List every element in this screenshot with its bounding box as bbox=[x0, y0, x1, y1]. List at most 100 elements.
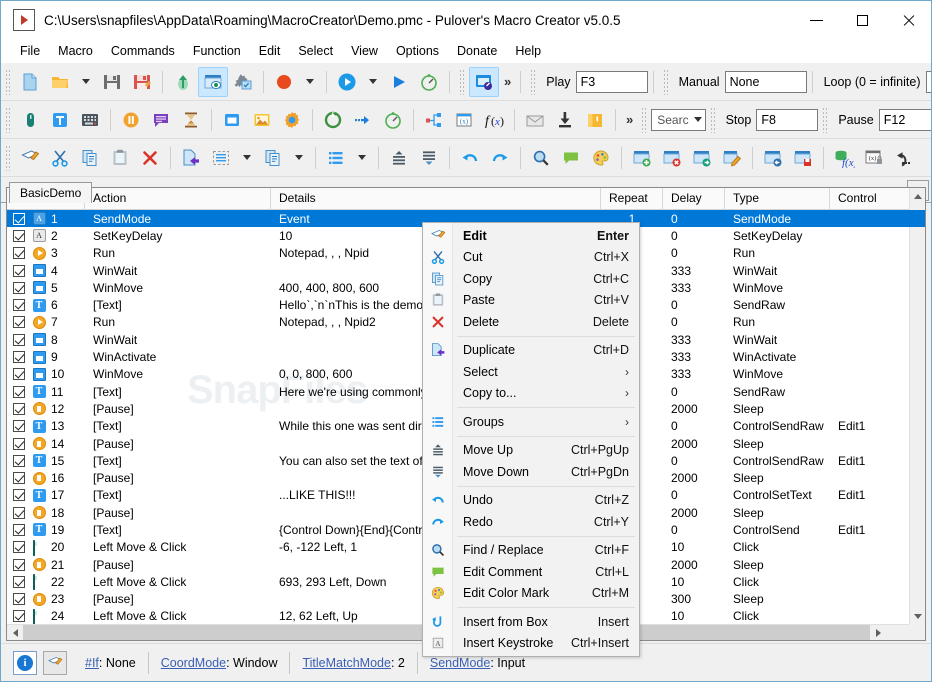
control-gear-icon[interactable] bbox=[277, 105, 307, 135]
variable-icon[interactable]: (x) bbox=[449, 105, 479, 135]
search-dropdown[interactable]: Searc bbox=[651, 108, 706, 131]
mail-icon[interactable] bbox=[520, 105, 550, 135]
menu-item-options[interactable]: Options bbox=[387, 41, 448, 61]
status-sendmode-link[interactable]: SendMode bbox=[430, 656, 490, 670]
status-if[interactable]: #If: None bbox=[67, 656, 148, 670]
toolbar2-grip-3[interactable] bbox=[709, 106, 717, 133]
status-titlematchmode-link[interactable]: TitleMatchMode bbox=[302, 656, 390, 670]
row-checkbox[interactable] bbox=[7, 351, 29, 364]
row-checkbox[interactable] bbox=[7, 402, 29, 415]
edit-pencil-icon[interactable] bbox=[15, 143, 45, 173]
context-menu-item-select[interactable]: Select › bbox=[423, 361, 639, 383]
duplicate-icon[interactable] bbox=[176, 143, 206, 173]
context-menu-item-duplicate[interactable]: Duplicate Ctrl+D bbox=[423, 340, 639, 362]
open-folder-icon[interactable] bbox=[45, 67, 75, 97]
row-checkbox[interactable] bbox=[7, 333, 29, 346]
context-menu-item-insert-from-box[interactable]: Insert from Box Insert bbox=[423, 611, 639, 633]
scroll-left-button[interactable] bbox=[7, 625, 23, 641]
edit-comment-icon[interactable] bbox=[556, 143, 586, 173]
loop-input[interactable] bbox=[925, 70, 931, 93]
file-folder-icon[interactable] bbox=[580, 105, 610, 135]
select-dropdown-arrow[interactable] bbox=[236, 143, 258, 173]
menu-item-function[interactable]: Function bbox=[184, 41, 250, 61]
toolbar-grip[interactable] bbox=[5, 68, 12, 95]
row-checkbox[interactable] bbox=[7, 523, 29, 536]
copy-to-dropdown-arrow[interactable] bbox=[288, 143, 310, 173]
column-repeat[interactable]: Repeat bbox=[601, 188, 663, 210]
copy-to-icon[interactable] bbox=[258, 143, 288, 173]
function-list-icon[interactable]: f(x) bbox=[829, 143, 859, 173]
export-up-icon[interactable] bbox=[168, 67, 198, 97]
edit-color-mark-icon[interactable] bbox=[586, 143, 616, 173]
window-spy-icon[interactable] bbox=[469, 66, 499, 97]
menu-item-file[interactable]: File bbox=[11, 41, 49, 61]
scroll-right-button[interactable] bbox=[870, 625, 886, 641]
image-search-icon[interactable] bbox=[247, 105, 277, 135]
context-menu-item-copy-to[interactable]: Copy to... › bbox=[423, 383, 639, 405]
preview-icon[interactable] bbox=[198, 66, 228, 97]
pause-icon[interactable] bbox=[116, 105, 146, 135]
save-icon[interactable] bbox=[97, 67, 127, 97]
timer-icon[interactable] bbox=[414, 67, 444, 97]
cut-scissors-icon[interactable] bbox=[45, 143, 75, 173]
menu-item-help[interactable]: Help bbox=[506, 41, 550, 61]
text-icon[interactable] bbox=[45, 105, 75, 135]
revert-icon[interactable] bbox=[889, 143, 919, 173]
context-menu-item-insert-keystroke[interactable]: A Insert Keystroke Ctrl+Insert bbox=[423, 633, 639, 655]
row-checkbox[interactable] bbox=[7, 593, 29, 606]
paste-icon[interactable] bbox=[105, 143, 135, 173]
row-checkbox[interactable] bbox=[7, 558, 29, 571]
row-checkbox[interactable] bbox=[7, 472, 29, 485]
row-checkbox[interactable] bbox=[7, 437, 29, 450]
context-menu-item-undo[interactable]: Undo Ctrl+Z bbox=[423, 490, 639, 512]
row-checkbox[interactable] bbox=[7, 264, 29, 277]
context-menu-item-cut[interactable]: Cut Ctrl+X bbox=[423, 247, 639, 269]
toolbar2-grip-2[interactable] bbox=[641, 106, 649, 133]
play-step-icon[interactable] bbox=[384, 67, 414, 97]
column-type[interactable]: Type bbox=[725, 188, 830, 210]
context-menu-item-groups[interactable]: Groups › bbox=[423, 411, 639, 433]
locked-variable-icon[interactable]: (x) bbox=[859, 143, 889, 173]
tab-basicdemo[interactable]: BasicDemo bbox=[9, 182, 93, 203]
column-delay[interactable]: Delay bbox=[663, 188, 725, 210]
mouse-icon[interactable] bbox=[15, 105, 45, 135]
row-checkbox[interactable] bbox=[7, 489, 29, 502]
move-down-icon[interactable] bbox=[414, 143, 444, 173]
undo-icon[interactable] bbox=[455, 143, 485, 173]
status-if-link[interactable]: #If bbox=[85, 656, 99, 670]
function-icon[interactable]: f(x) bbox=[479, 105, 509, 135]
context-menu-item-copy[interactable]: Copy Ctrl+C bbox=[423, 268, 639, 290]
row-checkbox[interactable] bbox=[7, 281, 29, 294]
play-circle-icon[interactable] bbox=[332, 67, 362, 97]
column-control[interactable]: Control bbox=[830, 188, 910, 210]
context-menu-item-edit-color-mark[interactable]: Edit Color Mark Ctrl+M bbox=[423, 583, 639, 605]
toolbar-grip-4[interactable] bbox=[662, 68, 670, 95]
comment-icon[interactable] bbox=[146, 105, 176, 135]
row-checkbox[interactable] bbox=[7, 368, 29, 381]
status-coordmode-link[interactable]: CoordMode bbox=[161, 656, 226, 670]
play-hotkey-input[interactable] bbox=[575, 70, 648, 93]
close-button[interactable] bbox=[885, 1, 931, 39]
find-replace-icon[interactable] bbox=[526, 143, 556, 173]
new-file-icon[interactable] bbox=[15, 67, 45, 97]
groups-dropdown-arrow[interactable] bbox=[351, 143, 373, 173]
row-checkbox[interactable] bbox=[7, 385, 29, 398]
menu-item-macro[interactable]: Macro bbox=[49, 41, 102, 61]
context-menu-item-find-replace[interactable]: Find / Replace Ctrl+F bbox=[423, 540, 639, 562]
edit-pencil-icon[interactable] bbox=[43, 650, 67, 675]
menu-item-view[interactable]: View bbox=[342, 41, 387, 61]
add-tab-icon[interactable] bbox=[627, 143, 657, 173]
record-dropdown-arrow[interactable] bbox=[299, 67, 321, 97]
move-up-icon[interactable] bbox=[384, 143, 414, 173]
context-menu-item-paste[interactable]: Paste Ctrl+V bbox=[423, 290, 639, 312]
row-checkbox[interactable] bbox=[7, 454, 29, 467]
status-titlematchmode[interactable]: TitleMatchMode: 2 bbox=[290, 656, 416, 670]
context-menu-item-edit[interactable]: Edit Enter bbox=[423, 225, 639, 247]
toolbar1-overflow-button[interactable]: » bbox=[499, 74, 515, 89]
open-dropdown-arrow[interactable] bbox=[75, 67, 97, 97]
row-checkbox[interactable] bbox=[7, 575, 29, 588]
hourglass-icon[interactable] bbox=[176, 105, 206, 135]
row-checkbox[interactable] bbox=[7, 247, 29, 260]
row-checkbox[interactable] bbox=[7, 610, 29, 623]
pause-hotkey-input[interactable] bbox=[878, 108, 931, 131]
